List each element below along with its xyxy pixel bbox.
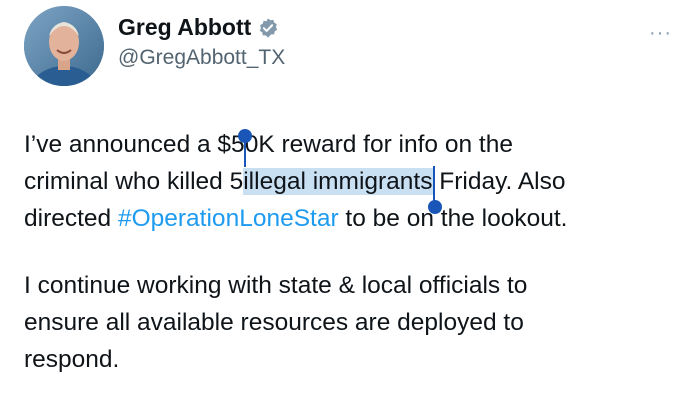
author-display-name[interactable]: Greg Abbott	[118, 14, 251, 41]
selection-start-knob[interactable]	[237, 129, 252, 143]
author-name-row: Greg Abbott	[118, 14, 279, 41]
tweet-text-segment: criminal who killed 5	[24, 168, 244, 195]
tweet-text-line: ensure all available resources are deplo…	[24, 309, 524, 336]
tweet-paragraph-1: I’ve announced a $5 0K reward for info on…	[24, 126, 674, 237]
more-options-icon[interactable]: ···	[649, 22, 672, 45]
author-handle[interactable]: @GregAbbott_TX	[118, 46, 285, 70]
tweet-text-segment: I’ve announced a $5	[24, 131, 245, 158]
avatar[interactable]	[24, 6, 104, 86]
hashtag-link[interactable]: #OperationLoneStar	[118, 205, 339, 232]
selected-text-label: illegal immigrants	[243, 168, 433, 195]
avatar-image	[24, 6, 104, 86]
tweet-text-segment: to be on the lookout.	[338, 205, 568, 232]
tweet-text-line: I continue working with state & local of…	[24, 272, 528, 299]
tweet-text-line: respond.	[24, 346, 120, 373]
tweet-text-segment: Friday. Also	[432, 168, 566, 195]
selection-end-handle[interactable]	[427, 200, 442, 214]
tweet-text: I’ve announced a $5 0K reward for info on…	[24, 126, 674, 378]
selection-end-caret	[432, 166, 435, 204]
tweet-text-segment: 0K reward for info on the	[244, 131, 513, 158]
selected-text: illegal immigrants	[243, 166, 442, 214]
tweet-text-segment: directed	[24, 205, 118, 232]
verified-check-icon	[260, 17, 278, 38]
tweet-paragraph-2: I continue working with state & local of…	[24, 267, 674, 378]
